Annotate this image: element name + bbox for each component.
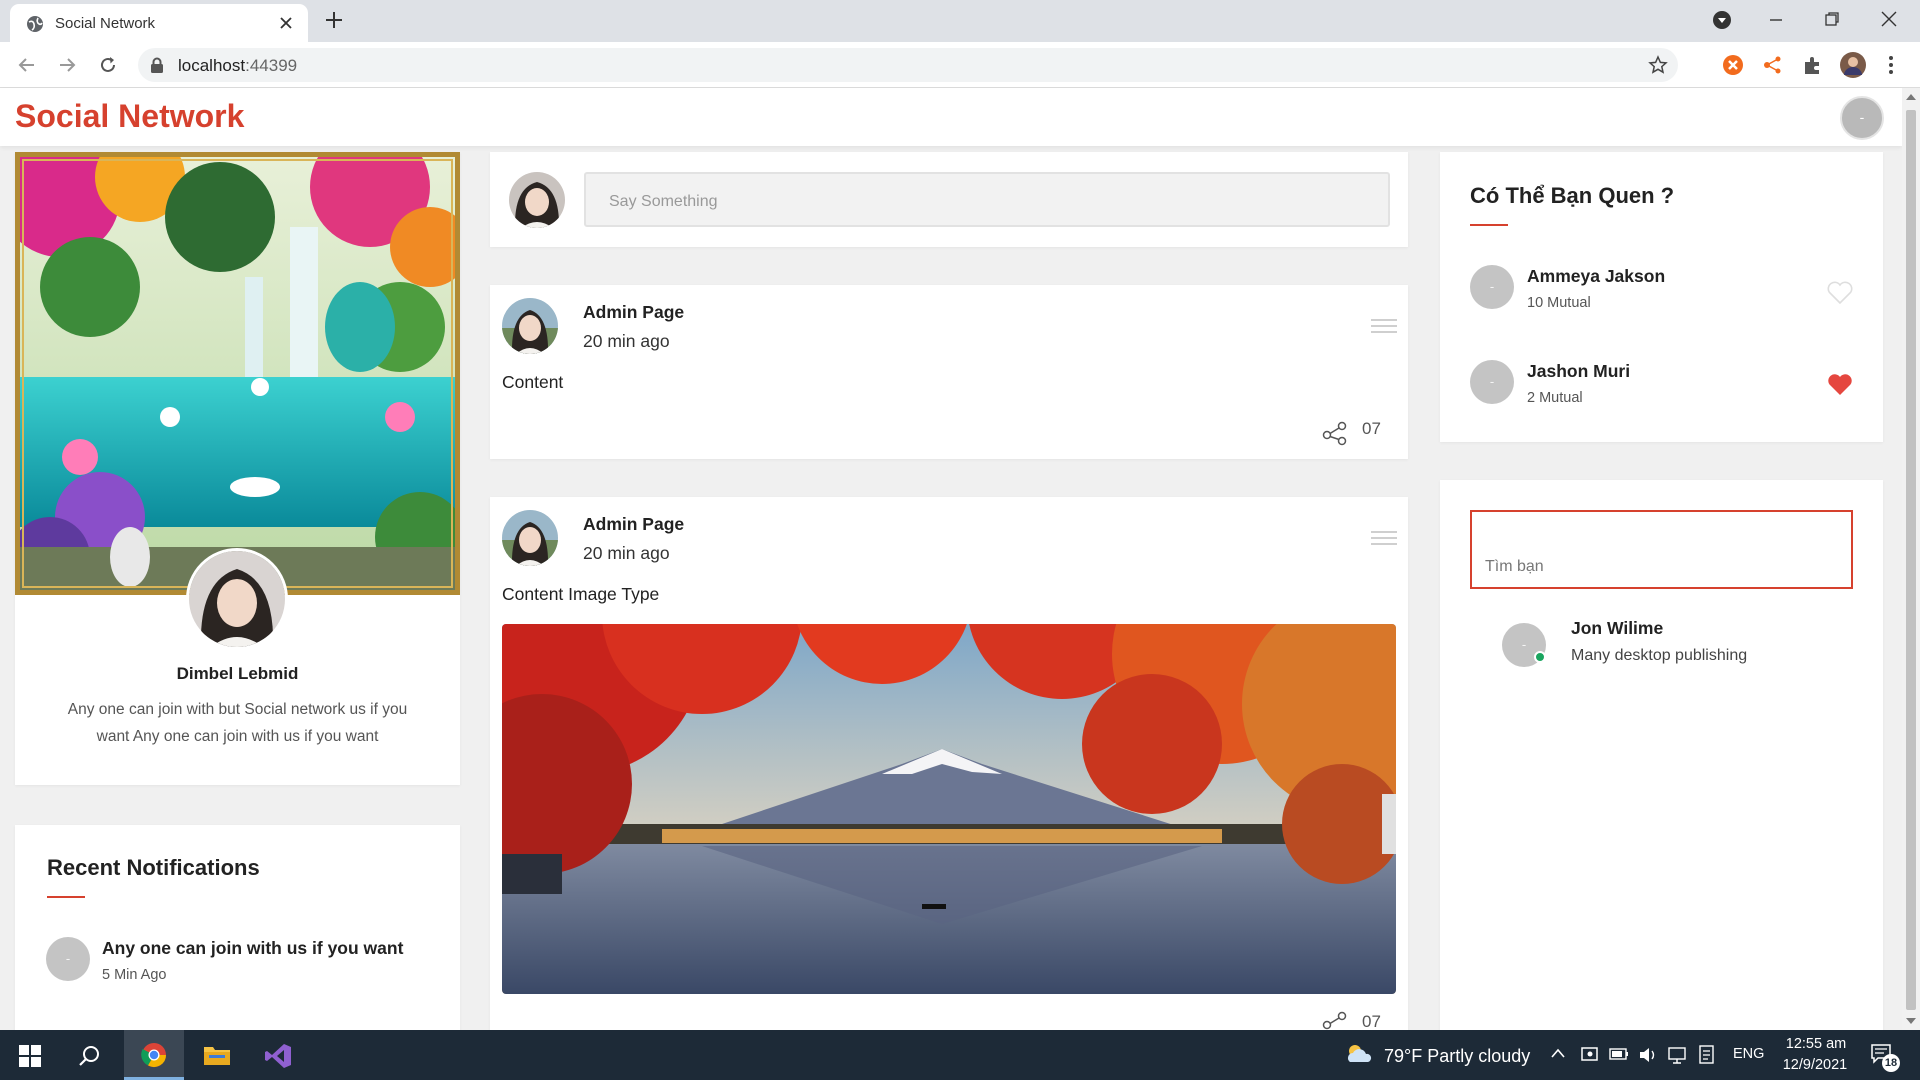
network-icon[interactable] <box>1668 1046 1688 1064</box>
search-result-subtitle: Many desktop publishing <box>1571 647 1748 664</box>
profile-avatar[interactable] <box>186 548 288 650</box>
restore-icon[interactable] <box>1824 11 1840 27</box>
suggestions-title: Có Thể Bạn Quen ? <box>1470 183 1675 208</box>
notifications-title: Recent Notifications <box>47 855 260 880</box>
scroll-up-arrow-icon[interactable] <box>1906 94 1916 100</box>
browser-tab[interactable]: Social Network <box>10 4 308 42</box>
share-count: 07 <box>1362 419 1381 438</box>
language-indicator[interactable]: ENG <box>1733 1046 1764 1062</box>
extensions-puzzle-icon[interactable] <box>1802 54 1824 76</box>
notification-avatar: - <box>46 937 90 981</box>
suggestion-mutual: 2 Mutual <box>1527 390 1583 406</box>
post-author-name[interactable]: Admin Page <box>583 514 684 535</box>
search-icon[interactable] <box>79 1045 101 1067</box>
battery-icon[interactable] <box>1609 1047 1629 1061</box>
url-text: localhost:44399 <box>178 56 298 75</box>
suggestion-name[interactable]: Jashon Muri <box>1527 361 1630 382</box>
suggestions-card: Có Thể Bạn Quen ? - Ammeya Jakson 10 Mut… <box>1440 152 1883 442</box>
profile-cover-image <box>15 152 460 595</box>
device-icon[interactable] <box>1580 1045 1600 1065</box>
browser-tabstrip: Social Network <box>0 0 1920 42</box>
chevron-up-icon[interactable] <box>1551 1048 1565 1058</box>
tab-close-icon[interactable] <box>278 15 294 31</box>
browser-menu-icon[interactable] <box>1888 54 1894 76</box>
suggestion-mutual: 10 Mutual <box>1527 295 1591 311</box>
notifications-card: Recent Notifications - Any one can join … <box>15 825 460 1030</box>
post-menu-icon[interactable] <box>1371 531 1397 549</box>
app-navbar: Social Network - <box>0 88 1902 146</box>
post-card: Admin Page 20 min ago Content Image Type <box>490 497 1408 1031</box>
clock-time[interactable]: 12:55 am <box>1783 1036 1849 1052</box>
share-icon[interactable] <box>1322 1010 1348 1030</box>
weather-text[interactable]: 79°F Partly cloudy <box>1384 1046 1530 1067</box>
window-close-icon[interactable] <box>1880 10 1898 28</box>
reload-icon[interactable] <box>97 54 119 76</box>
volume-icon[interactable] <box>1638 1046 1658 1064</box>
scroll-down-arrow-icon[interactable] <box>1906 1018 1916 1024</box>
extension-share-icon[interactable] <box>1762 54 1784 76</box>
user-profile-avatar-icon[interactable] <box>1840 52 1866 78</box>
post-author-avatar[interactable] <box>502 510 558 566</box>
taskbar-file-explorer[interactable] <box>186 1030 246 1080</box>
compose-input[interactable]: Say Something <box>584 172 1390 227</box>
weather-cloud-icon[interactable] <box>1344 1042 1374 1066</box>
clock-date[interactable]: 12/9/2021 <box>1779 1057 1851 1073</box>
notification-text[interactable]: Any one can join with us if you want <box>102 938 403 959</box>
taskbar-visual-studio[interactable] <box>248 1030 308 1080</box>
bookmark-star-icon[interactable] <box>1648 55 1668 75</box>
input-method-icon[interactable] <box>1698 1045 1716 1065</box>
title-underline <box>1470 224 1508 226</box>
friend-search-input[interactable]: Tìm bạn <box>1470 510 1853 589</box>
visual-studio-icon <box>264 1042 292 1070</box>
post-time: 20 min ago <box>583 331 670 351</box>
browser-toolbar: localhost:44399 <box>0 42 1920 88</box>
nav-user-avatar[interactable]: - <box>1840 96 1884 140</box>
post-menu-icon[interactable] <box>1371 319 1397 337</box>
compose-avatar <box>509 172 565 228</box>
brand-logo[interactable]: Social Network <box>15 98 244 135</box>
back-icon[interactable] <box>16 54 38 76</box>
post-card: Admin Page 20 min ago Content 07 <box>490 285 1408 459</box>
scrollbar-thumb[interactable] <box>1906 110 1916 1010</box>
search-result-name[interactable]: Jon Wilime <box>1571 618 1663 639</box>
tab-title: Social Network <box>55 15 156 32</box>
profile-name: Dimbel Lebmid <box>176 664 299 683</box>
heart-outline-icon[interactable] <box>1826 281 1854 305</box>
address-bar[interactable]: localhost:44399 <box>138 48 1678 82</box>
folder-icon <box>203 1043 231 1067</box>
minimize-icon[interactable] <box>1768 12 1784 28</box>
post-author-name[interactable]: Admin Page <box>583 302 684 323</box>
suggestion-avatar[interactable]: - <box>1470 265 1514 309</box>
page-scrollbar[interactable] <box>1902 88 1920 1030</box>
suggestion-name[interactable]: Ammeya Jakson <box>1527 266 1665 287</box>
notification-count-badge: 18 <box>1882 1054 1900 1072</box>
profile-bio: Any one can join with but Social network… <box>67 701 408 745</box>
share-count: 07 <box>1362 1012 1381 1031</box>
profile-menu-icon[interactable] <box>1712 10 1732 30</box>
globe-icon <box>26 15 44 33</box>
share-icon[interactable] <box>1322 420 1348 446</box>
extension-orange-icon[interactable] <box>1722 54 1744 76</box>
heart-filled-icon[interactable] <box>1826 373 1854 397</box>
windows-start-icon[interactable] <box>19 1045 41 1067</box>
post-content: Content Image Type <box>502 584 660 604</box>
post-image[interactable] <box>502 624 1396 994</box>
post-time: 20 min ago <box>583 543 670 563</box>
post-author-avatar[interactable] <box>502 298 558 354</box>
new-tab-icon[interactable] <box>324 10 344 30</box>
forward-icon[interactable] <box>56 54 78 76</box>
lock-icon <box>150 57 164 73</box>
post-content: Content <box>502 372 564 392</box>
chrome-icon <box>141 1042 167 1068</box>
windows-taskbar: 79°F Partly cloudy ENG 12:55 am 12/9/202… <box>0 1030 1920 1080</box>
notification-time: 5 Min Ago <box>102 967 167 983</box>
online-status-dot <box>1534 651 1546 663</box>
title-underline <box>47 896 85 898</box>
taskbar-chrome[interactable] <box>124 1030 184 1080</box>
suggestion-avatar[interactable]: - <box>1470 360 1514 404</box>
